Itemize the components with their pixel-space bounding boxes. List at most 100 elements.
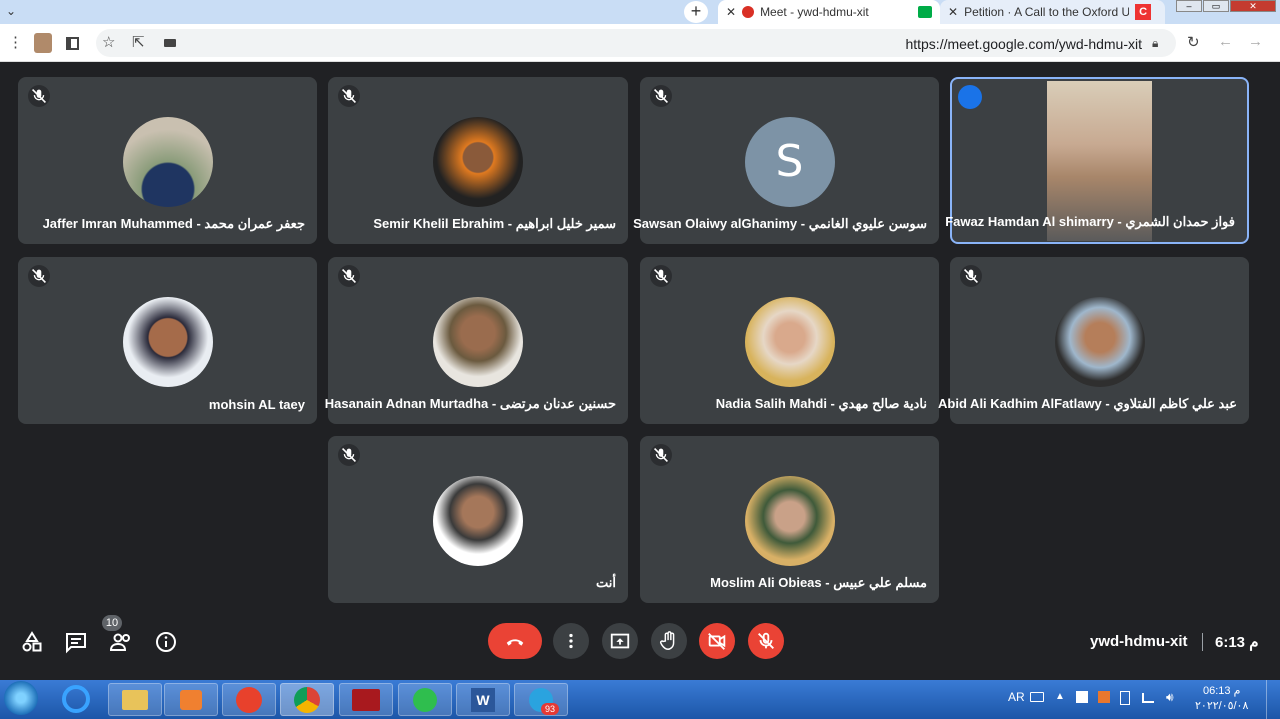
battery-icon[interactable] [1120, 691, 1130, 705]
media-player-button[interactable] [164, 683, 218, 716]
participant-name: Abid Ali Kadhim AlFatlawy - عبد علي كاظم… [938, 396, 1237, 411]
tab-petition-label: Petition · A Call to the Oxford Un [964, 5, 1130, 19]
present-screen-button[interactable] [602, 623, 638, 659]
participant-tile[interactable]: Nadia Salih Mahdi - نادية صالح مهدي [640, 257, 939, 424]
hang-up-icon [506, 639, 524, 646]
participant-tile[interactable]: Abid Ali Kadhim AlFatlawy - عبد علي كاظم… [938, 257, 1249, 424]
chrome-icon [294, 686, 320, 713]
meeting-clock: 6:13 م [1215, 634, 1259, 651]
participant-name: Sawsan Olaiwy alGhanimy - سوسن عليوي الغ… [633, 216, 927, 231]
bookmark-star-icon[interactable]: ☆ [102, 33, 115, 51]
tab-meet[interactable]: ✕ Meet - ywd-hdmu-xit [718, 0, 940, 24]
participant-name: Fawaz Hamdan Al shimarry - فواز حمدان ال… [945, 214, 1235, 229]
minimize-button[interactable]: – [1176, 0, 1202, 12]
url-text[interactable]: https://meet.google.com/ywd-hdmu-xit [905, 36, 1142, 52]
network-error-icon[interactable] [1098, 691, 1110, 703]
tab-petition[interactable]: ✕ Petition · A Call to the Oxford Un C [940, 0, 1165, 24]
mic-muted-icon [650, 444, 672, 466]
forward-icon[interactable]: → [1248, 33, 1263, 50]
leave-call-button[interactable] [488, 623, 542, 659]
participant-tile[interactable]: S Sawsan Olaiwy alGhanimy - سوسن عليوي ا… [633, 77, 939, 244]
change-org-logo-icon: C [1135, 4, 1152, 20]
language-indicator[interactable]: AR [1008, 690, 1025, 704]
close-tab-icon[interactable]: ✕ [726, 5, 736, 19]
word-icon: W [471, 687, 495, 712]
avatar [433, 117, 523, 207]
people-icon[interactable] [109, 630, 133, 654]
participant-tile-self[interactable]: أنت [328, 436, 628, 603]
raise-hand-button[interactable] [651, 623, 687, 659]
folder-icon [122, 689, 148, 710]
share-icon[interactable]: ⇱ [132, 33, 145, 51]
sidebar-icon[interactable] [66, 37, 79, 50]
camera-off-button[interactable] [699, 623, 735, 659]
activities-icon[interactable] [20, 630, 44, 654]
participant-tile-speaking[interactable]: Fawaz Hamdan Al shimarry - فواز حمدان ال… [945, 77, 1249, 244]
app-red-button[interactable] [222, 683, 276, 716]
signal-icon[interactable] [1142, 693, 1154, 703]
recording-dot-icon [742, 6, 755, 18]
participant-tile[interactable]: Jaffer Imran Muhammed - جعفر عمران محمد [18, 77, 317, 244]
whatsapp-icon [413, 687, 437, 712]
mic-off-button[interactable] [748, 623, 784, 659]
menu-kebab-icon[interactable]: ⋮ [8, 33, 23, 51]
app-red-icon [236, 686, 262, 713]
taskbar-time: 06:13 م [1202, 685, 1241, 697]
lock-icon[interactable]: 🔒︎ [1152, 36, 1158, 51]
chrome-button[interactable] [280, 683, 334, 716]
start-button[interactable] [4, 681, 38, 715]
participant-name: mohsin AL taey [208, 397, 305, 412]
tab-search-icon[interactable]: ⌄ [6, 4, 16, 18]
info-icon[interactable] [154, 630, 178, 654]
taskbar-clock[interactable]: 06:13 م ٢٠٢٢/٠٥/٠٨ [1195, 684, 1248, 714]
word-button[interactable]: W [456, 683, 510, 716]
back-icon[interactable]: ← [1218, 33, 1233, 50]
avatar-initial: S [744, 117, 835, 207]
mic-muted-icon [28, 85, 50, 107]
more-vert-icon [569, 633, 573, 649]
avatar [433, 476, 523, 566]
telegram-unread-badge: 93 [541, 703, 559, 715]
flag-icon[interactable] [1076, 691, 1088, 703]
participant-name: Nadia Salih Mahdi - نادية صالح مهدي [715, 396, 927, 411]
media-icon [180, 689, 202, 710]
show-hidden-icons-icon[interactable]: ▲ [1055, 691, 1065, 702]
participant-tile[interactable]: Hasanain Adnan Murtadha - حسنين عدنان مر… [324, 257, 628, 424]
participant-tile[interactable]: Moslim Ali Obieas - مسلم علي عبيس [640, 436, 939, 603]
mic-off-icon [758, 632, 774, 649]
volume-icon[interactable]: 🔊︎ [1166, 690, 1174, 705]
mendeley-icon [352, 688, 380, 711]
participant-count-badge: 10 [102, 615, 122, 631]
mic-muted-icon [28, 265, 50, 287]
mic-muted-icon [650, 85, 672, 107]
close-tab-icon[interactable]: ✕ [948, 5, 958, 19]
avatar [1054, 297, 1145, 387]
taskbar-date: ٢٠٢٢/٠٥/٠٨ [1195, 700, 1249, 712]
chat-icon[interactable] [64, 630, 88, 654]
participant-name: Jaffer Imran Muhammed - جعفر عمران محمد [42, 216, 305, 231]
more-options-button[interactable] [553, 623, 589, 659]
avatar [122, 297, 213, 387]
mic-muted-icon [960, 265, 982, 287]
whatsapp-button[interactable] [398, 683, 452, 716]
mendeley-button[interactable] [339, 683, 393, 716]
camera-icon[interactable] [164, 39, 176, 47]
show-desktop-button[interactable] [1266, 680, 1280, 719]
participant-tile[interactable]: Semir Khelil Ebrahim - سمير خليل ابراهيم [328, 77, 628, 244]
maximize-button[interactable]: ▭ [1203, 0, 1229, 12]
reload-icon[interactable]: ↻ [1187, 33, 1200, 51]
participant-name: أنت [596, 575, 616, 590]
participant-tile[interactable]: mohsin AL taey [18, 257, 317, 424]
file-explorer-button[interactable] [108, 683, 162, 716]
profile-avatar[interactable] [34, 33, 52, 53]
participant-name: Moslim Ali Obieas - مسلم علي عبيس [710, 575, 927, 590]
mic-muted-icon [338, 444, 360, 466]
new-tab-button[interactable]: + [684, 1, 708, 23]
close-window-button[interactable]: ✕ [1230, 0, 1276, 12]
participant-name: Hasanain Adnan Murtadha - حسنين عدنان مر… [324, 396, 616, 411]
ie-icon[interactable] [62, 685, 90, 713]
mic-muted-icon [650, 265, 672, 287]
keyboard-icon[interactable] [1030, 692, 1044, 702]
video-off-icon [708, 633, 726, 650]
speaking-indicator-icon [958, 85, 982, 109]
